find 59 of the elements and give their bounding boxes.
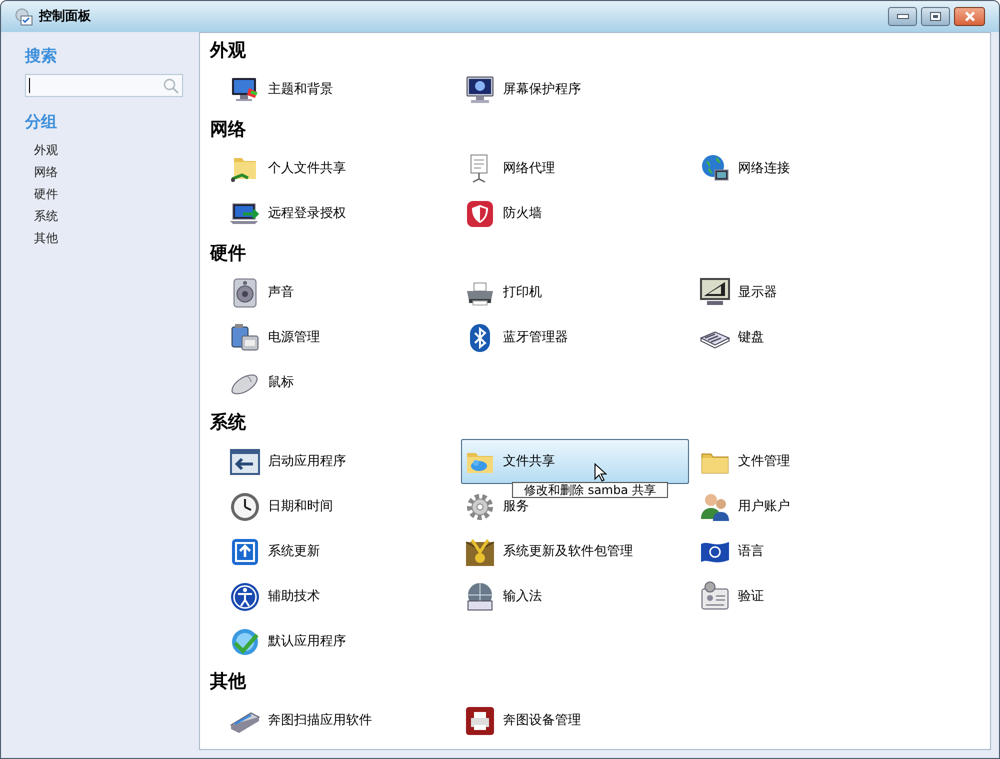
control-panel-item[interactable]: 日期和时间 — [268, 499, 333, 514]
cursor-icon — [594, 463, 607, 483]
control-panel-item[interactable]: 鼠标 — [268, 375, 294, 390]
group-link[interactable]: 硬件 — [34, 183, 58, 205]
accessibility-icon — [229, 580, 261, 612]
control-panel-item[interactable]: 系统更新及软件包管理 — [503, 544, 633, 559]
control-panel-item[interactable]: 显示器 — [738, 285, 777, 300]
group-link[interactable]: 其他 — [34, 227, 58, 249]
search-heading: 搜索 — [25, 45, 58, 67]
window-title: 控制面板 — [39, 8, 91, 26]
maximize-icon — [930, 12, 941, 21]
control-panel-item[interactable]: 语言 — [738, 544, 764, 559]
section-heading: 硬件 — [210, 242, 246, 266]
minimize-icon — [896, 14, 908, 19]
control-panel-item[interactable]: 主题和背景 — [268, 82, 333, 97]
control-panel-item[interactable]: 屏幕保护程序 — [503, 82, 581, 97]
control-panel-item[interactable]: 防火墙 — [503, 206, 542, 221]
control-panel-item[interactable]: 网络代理 — [503, 161, 555, 176]
control-panel-item[interactable]: 服务 — [503, 499, 529, 514]
control-panel-item[interactable]: 打印机 — [503, 285, 542, 300]
control-panel-item[interactable]: 蓝牙管理器 — [503, 330, 568, 345]
control-panel-item[interactable]: 系统更新 — [268, 544, 320, 559]
clock-icon — [229, 490, 261, 522]
search-field[interactable] — [25, 74, 183, 97]
id-card-icon — [699, 580, 731, 612]
tooltip: 修改和删除 samba 共享 — [512, 482, 668, 498]
control-panel-item[interactable]: 文件共享 — [461, 439, 689, 484]
printer-icon — [464, 704, 496, 736]
control-panel-item[interactable]: 键盘 — [738, 330, 764, 345]
control-panel-item[interactable]: 电源管理 — [268, 330, 320, 345]
control-panel-item[interactable]: 远程登录授权 — [268, 206, 346, 221]
minimize-button[interactable] — [888, 7, 917, 26]
group-link[interactable]: 网络 — [34, 161, 58, 183]
control-panel-item[interactable]: 奔图扫描应用软件 — [268, 713, 372, 728]
group-link[interactable]: 系统 — [34, 205, 58, 227]
search-icon — [163, 78, 179, 94]
close-button[interactable] — [954, 7, 985, 26]
control-panel-item[interactable]: 用户账户 — [738, 499, 790, 514]
text-cursor — [29, 78, 30, 93]
control-panel-item[interactable]: 辅助技术 — [268, 589, 320, 604]
control-panel-item[interactable]: 默认应用程序 — [268, 634, 346, 649]
section-heading: 系统 — [210, 410, 246, 434]
control-panel-item[interactable]: 验证 — [738, 589, 764, 604]
control-panel-item[interactable]: 文件管理 — [738, 454, 790, 469]
close-icon — [964, 11, 976, 22]
maximize-button[interactable] — [921, 7, 950, 26]
control-panel-item[interactable]: 网络连接 — [738, 161, 790, 176]
control-panel-item[interactable]: 输入法 — [503, 589, 542, 604]
section-heading: 其他 — [210, 670, 246, 694]
control-panel-item[interactable]: 启动应用程序 — [268, 454, 346, 469]
control-panel-item[interactable]: 声音 — [268, 285, 294, 300]
section-heading: 网络 — [210, 118, 246, 142]
groups-heading: 分组 — [25, 111, 58, 133]
group-link[interactable]: 外观 — [34, 139, 58, 161]
monitor-icon — [464, 74, 496, 106]
section-heading: 外观 — [210, 38, 246, 62]
control-panel-item[interactable]: 个人文件共享 — [268, 161, 346, 176]
control-panel-item[interactable]: 奔图设备管理 — [503, 713, 581, 728]
battery-icon — [229, 322, 261, 354]
